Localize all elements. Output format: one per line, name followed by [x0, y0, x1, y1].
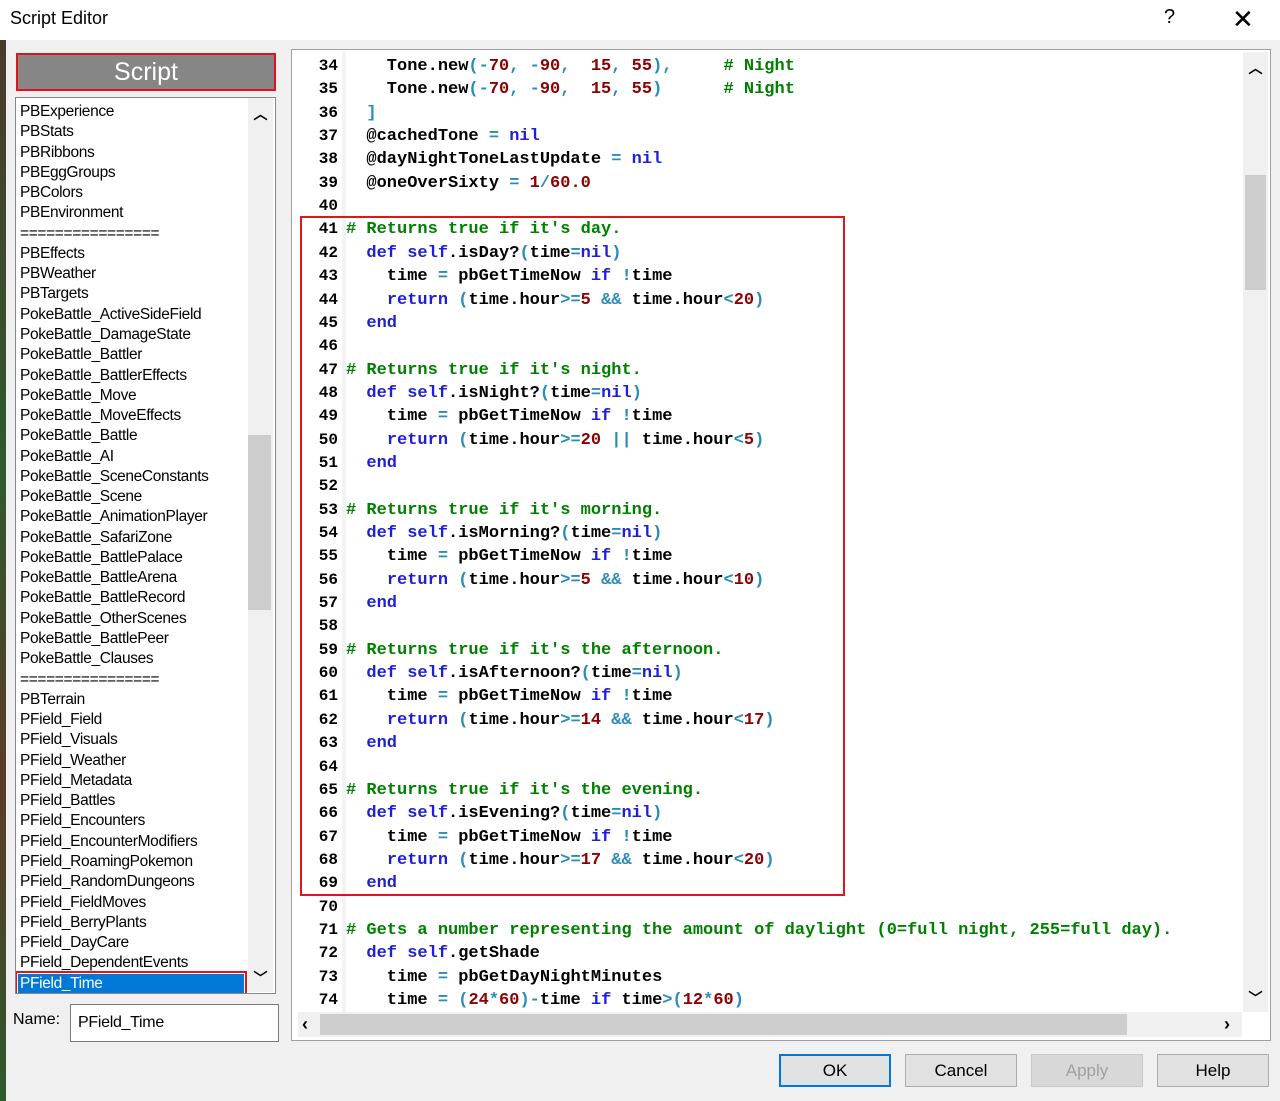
- script-list-item[interactable]: PokeBattle_MoveEffects: [20, 406, 181, 426]
- line-number: 71: [318, 920, 338, 939]
- code-line[interactable]: time = (24*60)-time if time>(12*60): [346, 989, 744, 1012]
- ok-button[interactable]: OK: [779, 1054, 891, 1087]
- script-list-item[interactable]: PBStats: [20, 122, 74, 142]
- line-number: 38: [318, 150, 338, 169]
- line-number: 35: [318, 80, 338, 99]
- script-list-item[interactable]: PokeBattle_Battler: [20, 345, 142, 365]
- script-list-item[interactable]: PokeBattle_BattleArena: [20, 568, 177, 588]
- script-list-item[interactable]: PField_FieldMoves: [20, 893, 146, 913]
- script-list-item[interactable]: ================: [20, 224, 160, 244]
- title-bar: [0, 0, 1280, 40]
- horizontal-scroll-thumb[interactable]: [320, 1014, 1127, 1035]
- name-label: Name:: [13, 1011, 61, 1028]
- script-list-item[interactable]: PokeBattle_BattleRecord: [20, 588, 185, 608]
- script-list[interactable]: PBExperience PBStats PBRibbons PBEggGroups P…: [15, 97, 276, 994]
- script-list-item[interactable]: PField_RandomDungeons: [20, 872, 195, 892]
- code-line[interactable]: ]: [346, 102, 376, 125]
- apply-button[interactable]: Apply: [1031, 1054, 1143, 1087]
- line-number: 34: [318, 57, 338, 75]
- script-list-item[interactable]: PokeBattle_Clauses: [20, 649, 154, 669]
- line-number: 39: [318, 173, 338, 192]
- script-list-item[interactable]: PField_Encounters: [20, 811, 145, 831]
- script-list-item[interactable]: PField_Time: [16, 970, 247, 993]
- script-list-item[interactable]: PokeBattle_AnimationPlayer: [20, 507, 208, 527]
- scroll-up-icon[interactable]: ︿: [1243, 58, 1268, 78]
- code-line[interactable]: Tone.new(-70, -90, 15, 55), # Night: [346, 55, 795, 78]
- script-list-item[interactable]: PBEggGroups: [20, 163, 116, 183]
- code-line[interactable]: def self.getShade: [346, 942, 539, 965]
- script-list-item[interactable]: PokeBattle_SafariZone: [20, 528, 172, 548]
- script-list-item[interactable]: PBRibbons: [20, 143, 95, 163]
- script-list-item[interactable]: ================: [20, 670, 160, 690]
- code-line[interactable]: @cachedTone = nil: [346, 125, 539, 148]
- code-line[interactable]: Tone.new(-70, -90, 15, 55) # Night: [346, 78, 795, 101]
- script-list-item[interactable]: PBWeather: [20, 264, 96, 284]
- script-list-item[interactable]: PField_Metadata: [20, 771, 132, 791]
- script-list-item[interactable]: PBTargets: [20, 284, 89, 304]
- script-list-item[interactable]: PokeBattle_Scene: [20, 487, 142, 507]
- help-button[interactable]: Help: [1157, 1054, 1269, 1087]
- script-list-item[interactable]: PField_Battles: [20, 791, 115, 811]
- line-number: 73: [318, 967, 338, 986]
- code-line[interactable]: @oneOverSixty = 1/60.0: [346, 172, 590, 195]
- line-number: 72: [318, 944, 338, 963]
- scroll-down-icon[interactable]: ﹀: [248, 968, 273, 988]
- script-list-item[interactable]: PokeBattle_OtherScenes: [20, 609, 187, 629]
- background-strip: [0, 40, 6, 1101]
- highlight-box: [300, 216, 845, 896]
- script-list-item[interactable]: PBEffects: [20, 244, 85, 264]
- code-line[interactable]: @dayNightToneLastUpdate = nil: [346, 148, 662, 171]
- name-input[interactable]: [70, 1004, 279, 1042]
- scroll-left-icon[interactable]: ‹: [302, 1012, 308, 1036]
- help-icon[interactable]: ?: [1164, 6, 1175, 29]
- script-list-item[interactable]: PField_RoamingPokemon: [20, 852, 193, 872]
- window-title: Script Editor: [10, 8, 109, 28]
- script-list-item[interactable]: PokeBattle_Move: [20, 386, 137, 406]
- script-list-item[interactable]: PokeBattle_ActiveSideField: [20, 305, 202, 325]
- code-line[interactable]: # Gets a number representing the amount …: [346, 919, 1172, 942]
- code-line[interactable]: time = pbGetDayNightMinutes: [346, 966, 662, 989]
- scroll-right-icon[interactable]: ›: [1224, 1012, 1230, 1036]
- script-list-item[interactable]: PokeBattle_SceneConstants: [20, 467, 209, 487]
- scroll-thumb[interactable]: [248, 435, 271, 610]
- script-list-item[interactable]: PField_DependentEvents: [20, 953, 188, 973]
- script-list-item[interactable]: PokeBattle_Battle: [20, 426, 138, 446]
- script-list-item[interactable]: PField_BerryPlants: [20, 913, 147, 933]
- scroll-up-icon[interactable]: ︿: [248, 104, 273, 124]
- line-number: 36: [318, 103, 338, 122]
- script-list-item[interactable]: PBColors: [20, 183, 83, 203]
- script-list-item[interactable]: PField_Field: [20, 710, 102, 730]
- script-list-item[interactable]: PokeBattle_AI: [20, 447, 114, 467]
- script-list-item[interactable]: PBTerrain: [20, 690, 85, 710]
- script-list-item[interactable]: PokeBattle_BattlePalace: [20, 548, 183, 568]
- line-number: 74: [318, 991, 338, 1009]
- script-list-item[interactable]: PBExperience: [20, 102, 114, 122]
- line-number: 37: [318, 127, 338, 146]
- script-header-button[interactable]: Script: [16, 53, 276, 91]
- scroll-down-icon[interactable]: ﹀: [1243, 988, 1268, 1008]
- script-list-item[interactable]: PField_Visuals: [20, 730, 118, 750]
- script-list-item[interactable]: PokeBattle_BattlePeer: [20, 629, 169, 649]
- script-list-scrollbar[interactable]: ︿ ﹀: [248, 98, 273, 992]
- cancel-button[interactable]: Cancel: [905, 1054, 1017, 1087]
- vertical-scroll-thumb[interactable]: [1245, 175, 1266, 290]
- script-list-item[interactable]: PBEnvironment: [20, 203, 123, 223]
- script-list-item[interactable]: PField_EncounterModifiers: [20, 832, 198, 852]
- close-icon[interactable]: ✕: [1232, 4, 1254, 34]
- script-list-item[interactable]: PokeBattle_BattlerEffects: [20, 366, 187, 386]
- script-list-item[interactable]: PokeBattle_DamageState: [20, 325, 191, 345]
- line-number: 40: [318, 197, 338, 216]
- line-number: 70: [318, 897, 338, 916]
- script-list-item[interactable]: PField_Weather: [20, 751, 126, 771]
- script-list-item[interactable]: PField_DayCare: [20, 933, 129, 953]
